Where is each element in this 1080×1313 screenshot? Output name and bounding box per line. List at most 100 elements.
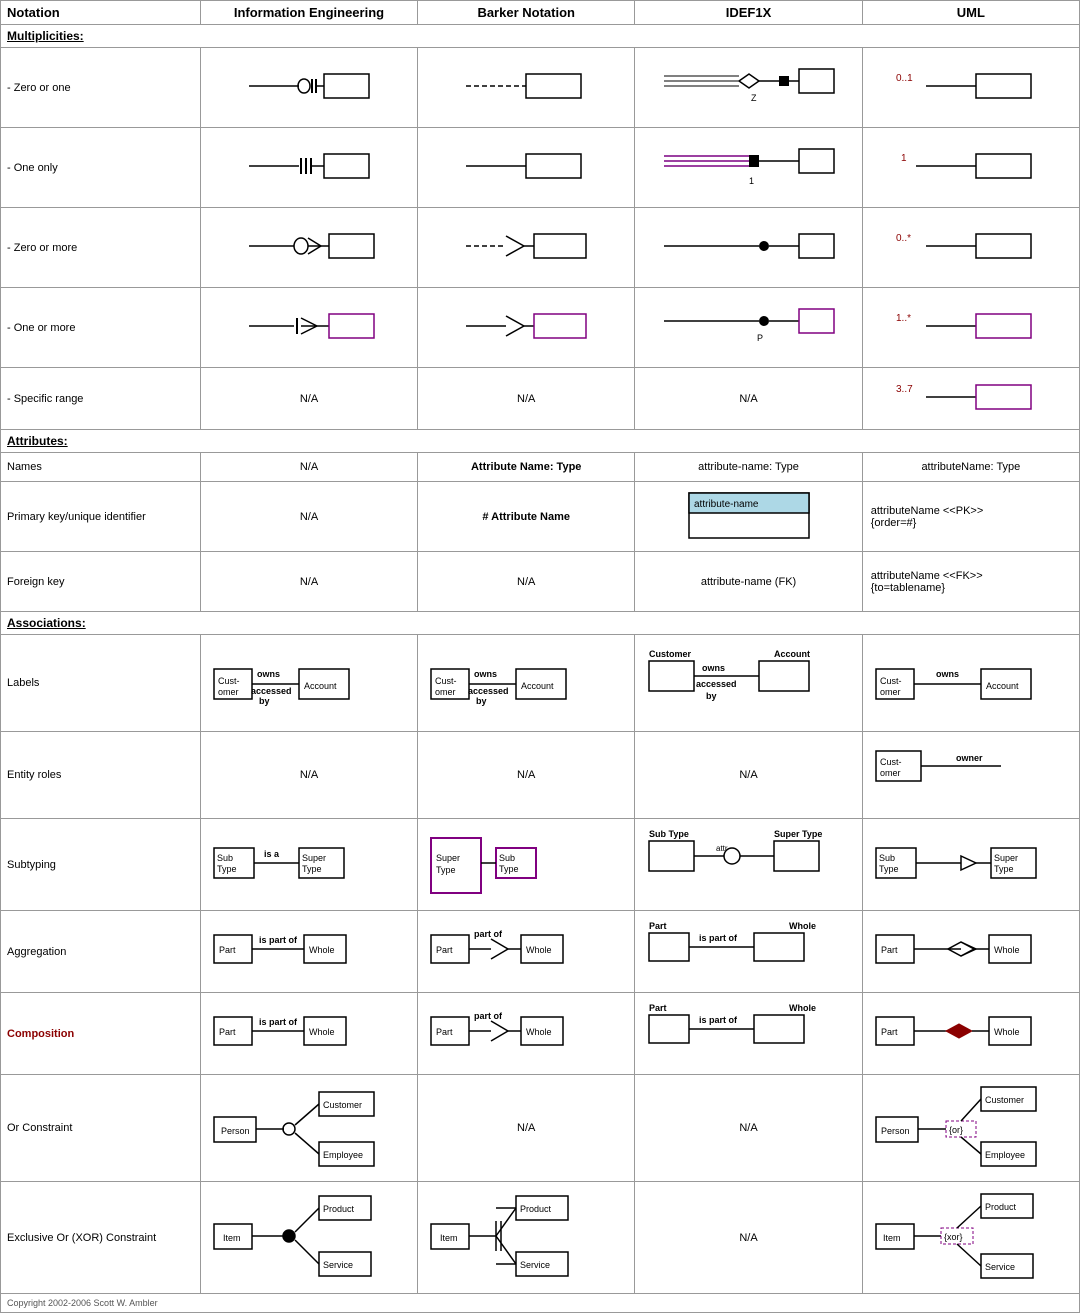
ie-one-only xyxy=(200,128,417,208)
col-header-notation: Notation xyxy=(1,1,201,25)
svg-text:Account: Account xyxy=(304,681,337,691)
svg-text:is a: is a xyxy=(264,849,280,859)
svg-text:Cust-: Cust- xyxy=(218,676,240,686)
idef-primary-key: attribute-name xyxy=(635,482,862,552)
svg-text:Whole: Whole xyxy=(309,945,335,955)
ie-composition: Part is part of Whole xyxy=(200,993,417,1075)
svg-text:omer: omer xyxy=(880,768,901,778)
svg-text:Part: Part xyxy=(649,921,667,931)
idef-specific-range-na: N/A xyxy=(739,393,757,405)
svg-text:Cust-: Cust- xyxy=(435,676,457,686)
row-one-or-more: - One or more xyxy=(1,288,1080,368)
svg-text:Person: Person xyxy=(881,1126,910,1136)
svg-text:Super: Super xyxy=(994,853,1018,863)
svg-text:Part: Part xyxy=(219,945,236,955)
uml-one-only: 1 xyxy=(862,128,1079,208)
row-aggregation: Aggregation Part is part of Whole Part xyxy=(1,911,1080,993)
barker-zero-or-more xyxy=(418,208,635,288)
label-labels: Labels xyxy=(1,635,201,732)
svg-text:Type: Type xyxy=(499,864,519,874)
barker-xor-constraint: Item Product Service xyxy=(418,1182,635,1294)
svg-text:is part of: is part of xyxy=(699,1015,738,1025)
row-xor-constraint: Exclusive Or (XOR) Constraint Item Produ… xyxy=(1,1182,1080,1294)
col-header-ie: Information Engineering xyxy=(200,1,417,25)
label-aggregation: Aggregation xyxy=(1,911,201,993)
svg-text:Person: Person xyxy=(221,1126,250,1136)
idef-entity-roles: N/A xyxy=(635,732,862,819)
idef-zero-or-one: Z xyxy=(635,48,862,128)
svg-text:0..*: 0..* xyxy=(896,233,911,244)
svg-text:1: 1 xyxy=(901,153,907,164)
svg-text:by: by xyxy=(476,696,487,706)
svg-text:accessed: accessed xyxy=(468,686,509,696)
label-zero-or-more: - Zero or more xyxy=(1,208,201,288)
svg-text:Customer: Customer xyxy=(985,1095,1024,1105)
svg-text:Service: Service xyxy=(985,1262,1015,1272)
idef-names-text: attribute-name: Type xyxy=(698,461,799,473)
svg-text:Whole: Whole xyxy=(994,945,1020,955)
label-entity-roles: Entity roles xyxy=(1,732,201,819)
svg-text:Super Type: Super Type xyxy=(774,829,822,839)
svg-text:Account: Account xyxy=(521,681,554,691)
label-subtyping: Subtyping xyxy=(1,819,201,911)
svg-text:Type: Type xyxy=(217,864,237,874)
svg-text:by: by xyxy=(259,696,270,706)
svg-text:Super: Super xyxy=(302,853,326,863)
svg-text:Part: Part xyxy=(436,1027,453,1037)
label-xor-constraint: Exclusive Or (XOR) Constraint xyxy=(1,1182,201,1294)
svg-text:attribute-name: attribute-name xyxy=(694,499,759,510)
svg-text:by: by xyxy=(706,691,717,701)
idef-or-constraint: N/A xyxy=(635,1075,862,1182)
ie-names: N/A xyxy=(200,453,417,482)
uml-entity-roles: Cust- omer owner xyxy=(862,732,1079,819)
uml-or-constraint: Person {or} Customer Employee xyxy=(862,1075,1079,1182)
uml-one-or-more: 1..* xyxy=(862,288,1079,368)
svg-text:Cust-: Cust- xyxy=(880,757,902,767)
row-zero-or-one: - Zero or one xyxy=(1,48,1080,128)
col-header-barker: Barker Notation xyxy=(418,1,635,25)
svg-text:Part: Part xyxy=(219,1027,236,1037)
svg-text:owns: owns xyxy=(702,663,725,673)
uml-aggregation: Part Whole xyxy=(862,911,1079,993)
idef-xor-constraint: N/A xyxy=(635,1182,862,1294)
svg-text:Sub: Sub xyxy=(879,853,895,863)
associations-label: Associations: xyxy=(7,616,86,630)
svg-text:P: P xyxy=(757,333,763,343)
svg-text:omer: omer xyxy=(218,687,239,697)
idef-names: attribute-name: Type xyxy=(635,453,862,482)
row-subtyping: Subtyping Sub Type is a Super Type xyxy=(1,819,1080,911)
svg-text:Whole: Whole xyxy=(526,945,552,955)
uml-names-text: attributeName: Type xyxy=(921,461,1020,473)
svg-text:is part of: is part of xyxy=(259,1017,298,1027)
svg-text:1: 1 xyxy=(749,176,754,186)
svg-text:Z: Z xyxy=(751,93,757,103)
barker-foreign-key: N/A xyxy=(418,552,635,612)
barker-zero-or-one xyxy=(418,48,635,128)
barker-primary-key: # Attribute Name xyxy=(418,482,635,552)
section-multiplicities: Multiplicities: xyxy=(1,25,1080,48)
svg-text:Customer: Customer xyxy=(649,649,692,659)
ie-specific-range: N/A xyxy=(200,368,417,430)
row-composition: Composition Part is part of Whole Part xyxy=(1,993,1080,1075)
svg-text:Item: Item xyxy=(440,1233,458,1243)
svg-text:part of: part of xyxy=(474,1011,503,1021)
uml-names: attributeName: Type xyxy=(862,453,1079,482)
idef-labels: Customer Account owns accessed by xyxy=(635,635,862,732)
uml-fk-text: attributeName <<FK>> {to=tablename} xyxy=(871,570,1071,594)
svg-text:part of: part of xyxy=(474,929,503,939)
svg-text:omer: omer xyxy=(880,687,901,697)
barker-pk-text: # Attribute Name xyxy=(482,511,570,523)
ie-xor-constraint: Item Product Service xyxy=(200,1182,417,1294)
label-names: Names xyxy=(1,453,201,482)
svg-text:Part: Part xyxy=(881,945,898,955)
svg-text:Sub: Sub xyxy=(499,853,515,863)
ie-labels: Cust- omer owns accessed by Account xyxy=(200,635,417,732)
uml-zero-or-more: 0..* xyxy=(862,208,1079,288)
svg-text:{or}: {or} xyxy=(949,1125,963,1135)
copyright-row: Copyright 2002-2006 Scott W. Ambler xyxy=(1,1294,1080,1313)
idef-specific-range: N/A xyxy=(635,368,862,430)
uml-pk-text: attributeName <<PK>> {order=#} xyxy=(871,505,1071,529)
svg-text:Product: Product xyxy=(323,1204,355,1214)
label-primary-key: Primary key/unique identifier xyxy=(1,482,201,552)
svg-text:owns: owns xyxy=(257,669,280,679)
